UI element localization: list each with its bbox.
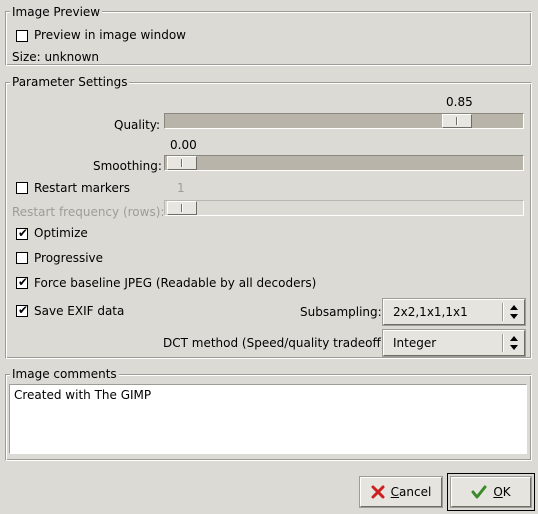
dct-method-value: Integer [393,336,437,350]
quality-label: Quality: [114,118,161,132]
up-down-arrows-icon [510,336,518,350]
smoothing-value: 0.00 [170,138,197,152]
dct-method-select[interactable]: Integer [383,330,525,356]
ok-button[interactable]: OK [451,477,531,507]
progressive-label[interactable]: Progressive [34,251,103,265]
cancel-x-icon [371,485,385,499]
image-preview-title: Image Preview [10,5,103,19]
force-baseline-label[interactable]: Force baseline JPEG (Readable by all dec… [34,276,316,290]
smoothing-label: Smoothing: [93,159,162,173]
smoothing-slider-thumb[interactable] [167,156,197,170]
restart-frequency-label: Restart frequency (rows): [12,205,165,219]
progressive-checkbox[interactable] [16,252,28,264]
restart-frequency-value: 1 [177,181,185,195]
force-baseline-checkbox[interactable]: ✔ [16,275,29,289]
up-down-arrows-icon [510,305,518,319]
smoothing-slider[interactable] [164,155,524,171]
quality-value: 0.85 [446,95,473,109]
subsampling-select[interactable]: 2x2,1x1,1x1 [383,299,525,325]
restart-markers-label[interactable]: Restart markers [34,181,130,195]
optimize-label[interactable]: Optimize [34,226,88,240]
preview-checkbox[interactable] [16,30,28,42]
comments-textarea[interactable]: Created with The GIMP [9,384,527,454]
image-comments-title: Image comments [10,367,119,381]
ok-label: OK [493,485,511,499]
optimize-checkbox[interactable]: ✔ [16,226,29,240]
check-icon: ✔ [18,275,29,289]
cancel-label: Cancel [390,485,432,499]
ok-check-icon [471,485,487,499]
preview-label[interactable]: Preview in image window [34,28,186,42]
quality-slider[interactable] [164,113,524,129]
combo-separator [502,334,503,352]
quality-slider-thumb[interactable] [442,114,473,128]
parameter-settings-title: Parameter Settings [10,75,130,89]
dct-method-label: DCT method (Speed/quality tradeoff): [163,336,390,350]
size-text: Size: unknown [12,50,100,64]
restart-markers-checkbox[interactable] [16,182,28,194]
check-icon: ✔ [18,303,29,317]
save-exif-checkbox[interactable]: ✔ [16,303,29,317]
save-exif-label[interactable]: Save EXIF data [34,304,124,318]
restart-frequency-slider-thumb[interactable] [167,201,197,215]
subsampling-label: Subsampling: [300,305,382,319]
check-icon: ✔ [18,226,29,240]
restart-frequency-slider[interactable] [164,200,524,216]
subsampling-value: 2x2,1x1,1x1 [393,305,468,319]
cancel-button[interactable]: Cancel [360,477,442,507]
combo-separator [502,303,503,321]
